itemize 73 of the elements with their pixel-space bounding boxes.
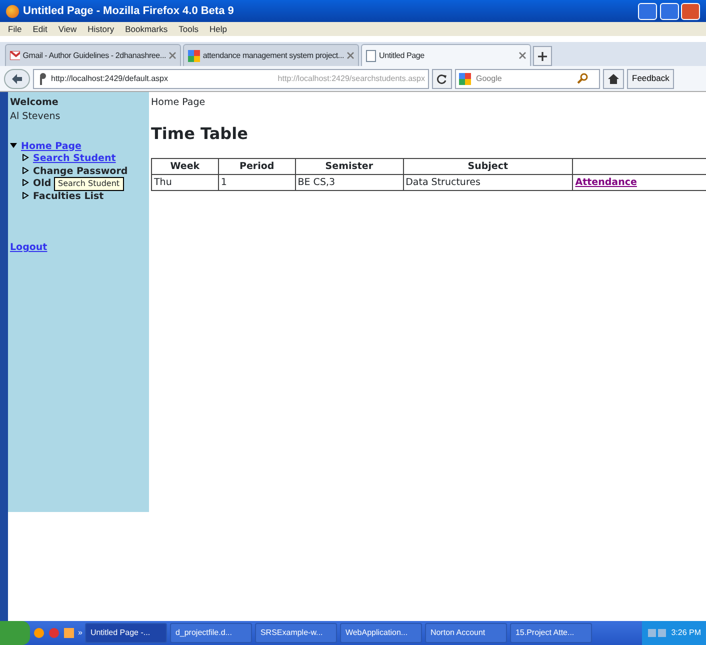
tooltip: Search Student (54, 177, 124, 191)
new-tab-button[interactable] (533, 46, 552, 66)
back-button[interactable] (4, 68, 30, 88)
url-suggestion: http://localhost:2429/searchstudents.aspx (278, 72, 425, 84)
clock: 3:26 PM (671, 627, 701, 639)
start-button[interactable] (0, 621, 30, 645)
grid-icon (188, 50, 200, 62)
browser-tab[interactable]: Gmail - Author Guidelines - 2dhanashree... (5, 44, 181, 66)
search-bar[interactable]: Google (455, 68, 600, 88)
tree-item[interactable]: Old (33, 178, 52, 189)
menu-item[interactable]: Help (209, 22, 227, 36)
user-name: Al Stevens (10, 110, 62, 124)
grid-icon (459, 72, 471, 84)
mail-icon (10, 51, 20, 60)
column-header: Subject (403, 158, 573, 175)
search-icon[interactable] (577, 73, 588, 84)
back-arrow-icon (11, 74, 23, 84)
table-cell: Data Structures (403, 174, 573, 191)
expanded-icon[interactable] (10, 142, 17, 148)
taskbar-button[interactable]: SRSExample-w... (255, 623, 338, 643)
taskbar-button[interactable]: Untitled Page -... (85, 623, 168, 643)
menu-item[interactable]: Tools (178, 22, 198, 36)
key-icon (37, 72, 47, 84)
feedback-button[interactable]: Feedback (627, 68, 674, 88)
address-bar[interactable]: http://localhost:2429/default.aspx http://localhost:2429/searchstudents.aspx (33, 68, 429, 88)
reload-button[interactable] (432, 68, 452, 88)
quick-launch-icon[interactable] (33, 627, 45, 639)
breadcrumb-text: Home Page (151, 96, 206, 110)
table-cell: 1 (218, 174, 296, 191)
more-chevron[interactable]: » (78, 627, 82, 639)
logout-link[interactable]: Logout (10, 241, 147, 256)
maximize-button[interactable] (660, 2, 678, 20)
network-icon (647, 627, 668, 639)
taskbar-button[interactable]: d_projectfile.d... (170, 623, 252, 643)
quick-launch-icon[interactable] (63, 627, 75, 639)
taskbar-button[interactable]: Norton Account (425, 623, 508, 643)
close-button[interactable] (681, 2, 700, 20)
close-icon[interactable] (347, 52, 354, 59)
firefox-icon (6, 4, 19, 18)
collapsed-icon[interactable] (22, 179, 29, 186)
table-cell: Thu (152, 174, 218, 191)
menu-item[interactable]: View (58, 22, 77, 36)
browser-tab[interactable]: Untitled Page (361, 44, 531, 66)
close-icon[interactable] (519, 52, 526, 59)
column-header: Week (152, 158, 218, 175)
reload-icon (437, 74, 447, 84)
url-text: http://localhost:2429/default.aspx (51, 72, 168, 84)
column-header: Period (218, 158, 296, 175)
browser-tab[interactable]: attendance management system project... (183, 44, 359, 66)
menu-item[interactable]: File (8, 22, 22, 36)
tree-link[interactable]: Search Student (33, 153, 116, 164)
close-icon[interactable] (169, 52, 176, 59)
column-header: Semister (295, 158, 404, 175)
collapsed-icon[interactable] (22, 166, 29, 174)
home-button[interactable] (603, 68, 624, 88)
window-title: Untitled Page - Mozilla Firefox 4.0 Beta 9 (23, 4, 234, 19)
tree-item[interactable]: Faculties List (33, 190, 104, 202)
tree-item[interactable]: Change Password (33, 166, 128, 176)
minimize-button[interactable] (638, 2, 657, 20)
home-icon (608, 74, 619, 84)
page-icon (366, 50, 376, 62)
page-heading: Time Table (151, 123, 249, 146)
table-cell: BE CS,3 (295, 174, 404, 191)
welcome-label: Welcome (10, 96, 60, 110)
taskbar-button[interactable]: WebApplication... (340, 623, 422, 643)
menu-item[interactable]: History (88, 22, 114, 36)
tree-link[interactable]: Home Page (21, 140, 82, 152)
plus-icon (538, 52, 547, 61)
collapsed-icon[interactable] (22, 192, 29, 198)
collapsed-icon[interactable] (22, 154, 29, 161)
menu-item[interactable]: Bookmarks (125, 22, 168, 36)
menu-item[interactable]: Edit (32, 22, 48, 36)
taskbar-button[interactable]: 15.Project Atte... (510, 623, 592, 643)
